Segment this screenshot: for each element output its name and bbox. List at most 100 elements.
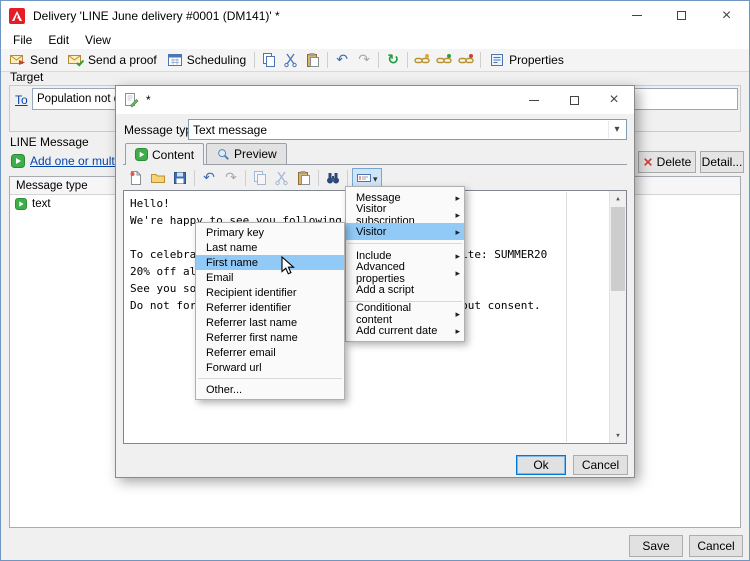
copy-button[interactable] — [258, 50, 280, 71]
menu-item-label: Referrer email — [206, 346, 276, 359]
content-tab-icon — [135, 148, 148, 161]
menu-item-recipient-identifier[interactable]: Recipient identifier — [196, 285, 344, 300]
editor-scrollbar[interactable] — [609, 191, 626, 443]
menu-item-referrer-last-name[interactable]: Referrer last name — [196, 315, 344, 330]
menu-item-add-current-date[interactable]: Add current date — [346, 322, 464, 339]
dialog-close-button[interactable] — [594, 86, 634, 114]
link-remove-button[interactable] — [455, 50, 477, 71]
properties-button[interactable]: Properties — [484, 50, 569, 71]
menu-file[interactable]: File — [5, 31, 40, 49]
open-button[interactable] — [147, 168, 169, 189]
scroll-down-button[interactable] — [610, 428, 626, 443]
menu-item-visitor[interactable]: Visitor — [346, 223, 464, 240]
dialog-tabstrip: Content Preview — [123, 143, 627, 165]
to-link[interactable]: To — [15, 93, 28, 107]
chevron-down-icon[interactable] — [608, 121, 625, 138]
insert-field-icon — [356, 170, 372, 186]
toolbar-separator — [254, 52, 256, 68]
editor-paste-button[interactable] — [293, 168, 315, 189]
send-proof-icon — [68, 52, 85, 68]
paste-icon — [305, 52, 321, 68]
menu-item-referrer-first-name[interactable]: Referrer first name — [196, 330, 344, 345]
editor-redo-button[interactable] — [220, 168, 242, 189]
dialog-icon — [123, 92, 139, 108]
tab-preview[interactable]: Preview — [206, 143, 287, 164]
cut-icon — [283, 52, 299, 68]
dialog-minimize-button[interactable] — [514, 86, 554, 114]
menu-item-other[interactable]: Other... — [196, 382, 344, 397]
menu-edit[interactable]: Edit — [40, 31, 77, 49]
send-button[interactable]: Send — [5, 50, 63, 71]
menu-item-label: Referrer last name — [206, 316, 298, 329]
menu-item-primary-key[interactable]: Primary key — [196, 225, 344, 240]
maximize-icon — [569, 95, 579, 105]
menu-item-forward-url[interactable]: Forward url — [196, 360, 344, 375]
editor-cut-button[interactable] — [271, 168, 293, 189]
tab-content[interactable]: Content — [125, 143, 205, 165]
toolbar-separator — [318, 170, 319, 186]
scheduling-button[interactable]: Scheduling — [162, 50, 251, 71]
new-button[interactable] — [125, 168, 147, 189]
dialog-cancel-button[interactable]: Cancel — [573, 455, 628, 475]
ok-button[interactable]: Ok — [516, 455, 566, 475]
dialog-maximize-button[interactable] — [554, 86, 594, 114]
menu-item-add-a-script[interactable]: Add a script — [346, 281, 464, 298]
menu-view[interactable]: View — [77, 31, 119, 49]
save-file-button[interactable] — [169, 168, 191, 189]
undo-button[interactable] — [331, 50, 353, 71]
menu-separator — [198, 378, 342, 379]
tab-preview-label: Preview — [234, 147, 277, 161]
menu-item-advanced-properties[interactable]: Advanced properties — [346, 261, 464, 285]
link-button[interactable] — [411, 50, 433, 71]
save-button[interactable]: Save — [629, 535, 683, 557]
send-label: Send — [30, 53, 59, 67]
titlebar: Delivery 'LINE June delivery #0001 (DM14… — [1, 1, 749, 30]
menu-item-referrer-email[interactable]: Referrer email — [196, 345, 344, 360]
delete-button[interactable]: Delete — [638, 151, 696, 173]
cancel-button[interactable]: Cancel — [689, 535, 743, 557]
submenu-arrow-icon — [455, 308, 460, 320]
maximize-button[interactable] — [659, 1, 704, 30]
editor-undo-button[interactable] — [198, 168, 220, 189]
menu-item-visitor-subscription[interactable]: Visitor subscription — [346, 203, 464, 227]
minimize-button[interactable] — [614, 1, 659, 30]
menu-item-last-name[interactable]: Last name — [196, 240, 344, 255]
link-add-button[interactable] — [433, 50, 455, 71]
message-type-combobox[interactable]: Text message — [188, 119, 627, 140]
undo-icon — [203, 171, 215, 185]
binoculars-icon — [325, 170, 341, 186]
menu-item-referrer-identifier[interactable]: Referrer identifier — [196, 300, 344, 315]
send-icon — [10, 52, 26, 68]
close-button[interactable] — [704, 1, 749, 30]
send-proof-button[interactable]: Send a proof — [63, 50, 162, 71]
cut-button[interactable] — [280, 50, 302, 71]
refresh-button[interactable] — [382, 50, 404, 71]
scheduling-label: Scheduling — [186, 53, 247, 67]
main-toolbar: Send Send a proof Scheduling Properties — [1, 49, 749, 72]
menu-item-label: Referrer first name — [206, 331, 298, 344]
scroll-up-button[interactable] — [610, 191, 626, 206]
folder-icon — [150, 170, 166, 186]
close-icon — [722, 8, 731, 24]
menu-item-first-name[interactable]: First name — [196, 255, 344, 270]
paste-button[interactable] — [302, 50, 324, 71]
dialog-cancel-label: Cancel — [581, 458, 620, 472]
menu-item-conditional-content[interactable]: Conditional content — [346, 302, 464, 326]
detail-button[interactable]: Detail... — [700, 151, 744, 173]
toolbar-separator — [407, 52, 409, 68]
floppy-icon — [172, 170, 188, 186]
cut-icon — [274, 170, 290, 186]
mouse-cursor — [281, 256, 300, 275]
menu-item-email[interactable]: Email — [196, 270, 344, 285]
save-label: Save — [642, 539, 670, 553]
scroll-thumb[interactable] — [611, 207, 625, 291]
find-button[interactable] — [322, 168, 344, 189]
tab-content-label: Content — [152, 147, 195, 162]
editor-copy-button[interactable] — [249, 168, 271, 189]
list-row-label: text — [32, 197, 51, 210]
message-type-icon — [15, 197, 27, 210]
toolbar-separator — [480, 52, 482, 68]
app-icon — [9, 7, 25, 24]
wrap-margin-guide — [566, 192, 567, 442]
redo-button[interactable] — [353, 50, 375, 71]
